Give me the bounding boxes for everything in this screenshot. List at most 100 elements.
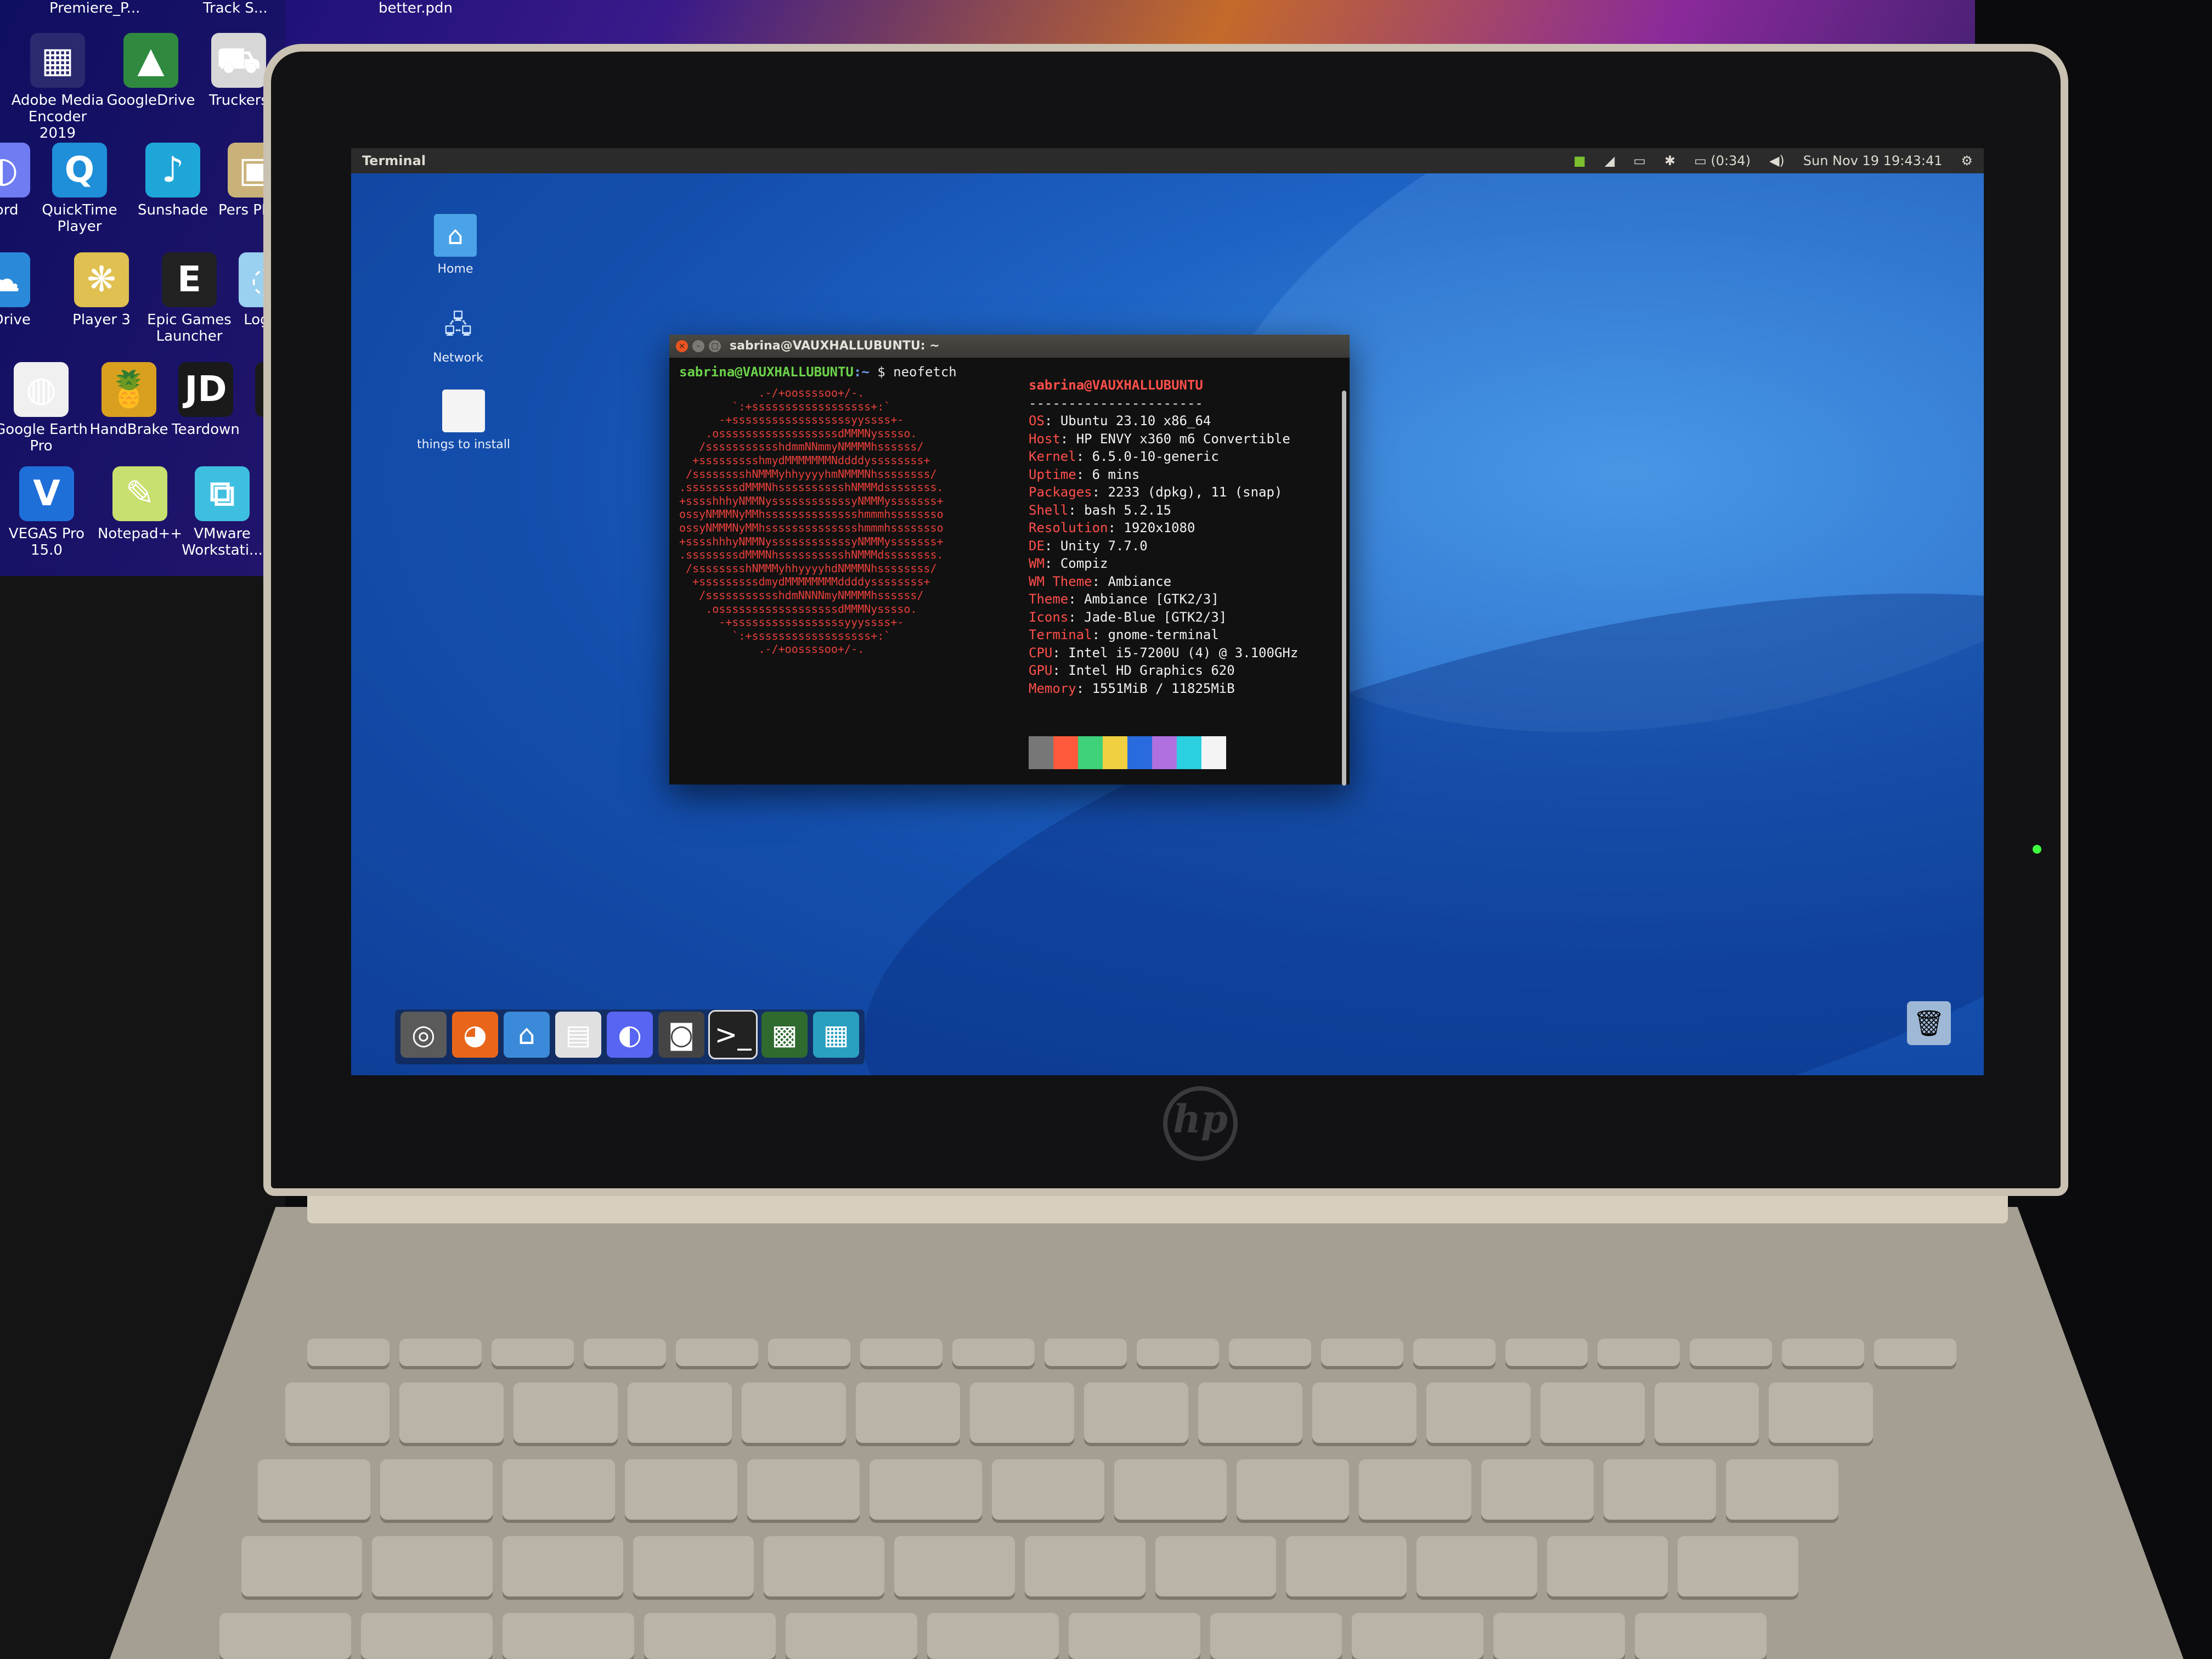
keyboard-key [625, 1459, 737, 1520]
windows-desktop-icon-label: Truckers [209, 92, 268, 109]
notepad-plus-plus-icon: ✎ [112, 466, 167, 521]
trash-icon[interactable]: 🗑 [1907, 1001, 1951, 1045]
dock-item-terminal[interactable]: >_ [708, 1010, 758, 1059]
dock-item-text-editor[interactable]: ▤ [555, 1012, 601, 1058]
windows-desktop-icon-label: cord [0, 202, 19, 218]
palette-swatch [1078, 736, 1103, 769]
dock-item-ubuntu-dash[interactable]: ◎ [400, 1012, 447, 1058]
vmware-icon: ⧉ [195, 466, 250, 521]
keyboard-key [399, 1383, 504, 1443]
maximize-icon[interactable]: □ [709, 340, 721, 352]
adobe-media-encoder-icon: ▦ [30, 33, 85, 88]
dock-item-screenshot[interactable]: ◙ [658, 1012, 704, 1058]
dock-item-files[interactable]: ⌂ [504, 1012, 550, 1058]
info-separator: ---------------------- [1029, 395, 1203, 411]
dock-item-minecraft[interactable]: ▩ [761, 1012, 808, 1058]
keyboard-key [1045, 1339, 1127, 1366]
desktop-file-label: Premiere_P... [49, 0, 140, 16]
windows-desktop-icon-label: Google Earth Pro [0, 421, 88, 454]
desktop-icon-things-to-install[interactable]: things to install [414, 390, 513, 452]
info-row: Theme: Ambiance [GTK2/3] [1029, 591, 1219, 607]
info-key: Icons [1029, 609, 1069, 625]
keyboard-key [372, 1536, 493, 1596]
minecraft-icon: ▩ [771, 1019, 798, 1051]
keyboard-key [628, 1383, 732, 1443]
dock: ◎ ◕ ⌂ ▤ ◐ ◙ >_ ▩ ▦ [395, 1009, 865, 1064]
ubuntu-desktop: Terminal ■ ◢ ▭ ✱ ▭ (0:34) ◀) Sun Nov 19 … [351, 148, 1984, 1075]
desktop-icon-home[interactable]: ⌂ Home [406, 214, 505, 276]
keyboard-key [1286, 1536, 1407, 1596]
keyboard-key [1493, 1613, 1625, 1659]
onedrive-icon: ☁ [0, 252, 30, 307]
keyboard-key [503, 1459, 615, 1520]
battery-indicator[interactable]: ▭ (0:34) [1694, 148, 1751, 173]
power-led [2033, 845, 2041, 854]
close-icon[interactable]: × [676, 340, 688, 352]
terminal-body[interactable]: sabrina@VAUXHALLUBUNTU:~ $ neofetch .-/+… [669, 358, 1350, 786]
terminal-scrollbar[interactable] [1342, 391, 1346, 786]
quicktime-icon: Q [52, 143, 107, 198]
dock-item-workspace-switcher[interactable]: ▦ [813, 1012, 859, 1058]
teardown-icon: JD [178, 362, 233, 417]
clock[interactable]: Sun Nov 19 19:43:41 [1803, 148, 1943, 173]
info-key: WM [1029, 556, 1045, 571]
keyboard-key [1481, 1459, 1594, 1520]
dock-item-firefox[interactable]: ◕ [452, 1012, 498, 1058]
minimize-icon[interactable]: – [692, 340, 704, 352]
palette-swatch [1201, 736, 1226, 769]
terminal-titlebar[interactable]: × – □ sabrina@VAUXHALLUBUNTU: ~ [669, 335, 1350, 358]
battery-icon: ▭ [1694, 153, 1711, 168]
keyboard-key [1312, 1383, 1417, 1443]
keyboard-key [1655, 1383, 1759, 1443]
gear-icon[interactable]: ⚙ [1961, 148, 1973, 173]
battery-time: (0:34) [1711, 153, 1751, 168]
keyboard-icon[interactable]: ▭ [1633, 148, 1646, 173]
keyboard-key [399, 1339, 482, 1366]
windows-desktop-icons: ▦ Adobe Media Encoder 2019 ▲ GoogleDrive ⛟ Tr… [0, 0, 310, 576]
bluetooth-icon[interactable]: ✱ [1664, 148, 1675, 173]
info-key: Packages [1029, 484, 1092, 500]
keyboard-key [952, 1339, 1035, 1366]
keyboard-key [1210, 1613, 1342, 1659]
keyboard-key [307, 1339, 390, 1366]
nvidia-icon[interactable]: ■ [1573, 148, 1586, 173]
keyboard-key [1598, 1339, 1680, 1366]
keyboard-key [503, 1536, 623, 1596]
dock-item-discord[interactable]: ◐ [607, 1012, 653, 1058]
info-row: Terminal: gnome-terminal [1029, 627, 1219, 642]
volume-icon[interactable]: ◀) [1769, 148, 1785, 173]
keyboard-key [492, 1339, 574, 1366]
prompt-user: sabrina@VAUXHALLUBUNTU [679, 364, 854, 380]
keyboard-key [1604, 1459, 1716, 1520]
vegas-pro-icon: V [19, 466, 74, 521]
keyboard-key [1769, 1383, 1873, 1443]
discord-icon: ◐ [618, 1019, 642, 1051]
info-key: Uptime [1029, 466, 1076, 482]
windows-desktop-icon: ▦ Adobe Media Encoder 2019 [11, 33, 104, 142]
command-text: neofetch [893, 364, 957, 380]
keyboard-key [258, 1459, 370, 1520]
windows-desktop-icon-label: VEGAS Pro 15.0 [8, 526, 85, 558]
workspace-switcher-icon: ▦ [823, 1019, 849, 1051]
keyboard-key [764, 1536, 884, 1596]
player-icon: ❋ [74, 252, 129, 307]
info-value: Compiz [1060, 556, 1108, 571]
wifi-icon[interactable]: ◢ [1605, 148, 1615, 173]
keyboard-key [1635, 1613, 1767, 1659]
keyboard-key [584, 1339, 666, 1366]
windows-desktop-icon-label: Teardown [172, 421, 240, 438]
info-row: Resolution: 1920x1080 [1029, 520, 1195, 535]
terminal-window[interactable]: × – □ sabrina@VAUXHALLUBUNTU: ~ sabrina@… [669, 335, 1350, 786]
prompt-symbol: $ [877, 364, 885, 380]
keyboard-key [361, 1613, 493, 1659]
desktop-icon-network[interactable]: 🖧 Network [409, 303, 507, 365]
keyboard-key [992, 1459, 1104, 1520]
keyboard-key [219, 1613, 351, 1659]
windows-desktop-icon-label: neDrive [0, 312, 31, 328]
info-value: Unity 7.7.0 [1060, 538, 1148, 554]
indicator-area: ■ ◢ ▭ ✱ ▭ (0:34) ◀) Sun Nov 19 19:43:41 … [1573, 148, 1973, 173]
keyboard-key [1069, 1613, 1200, 1659]
info-row: Kernel: 6.5.0-10-generic [1029, 449, 1219, 464]
keyboard-key [503, 1613, 634, 1659]
palette-swatch [1029, 736, 1053, 769]
